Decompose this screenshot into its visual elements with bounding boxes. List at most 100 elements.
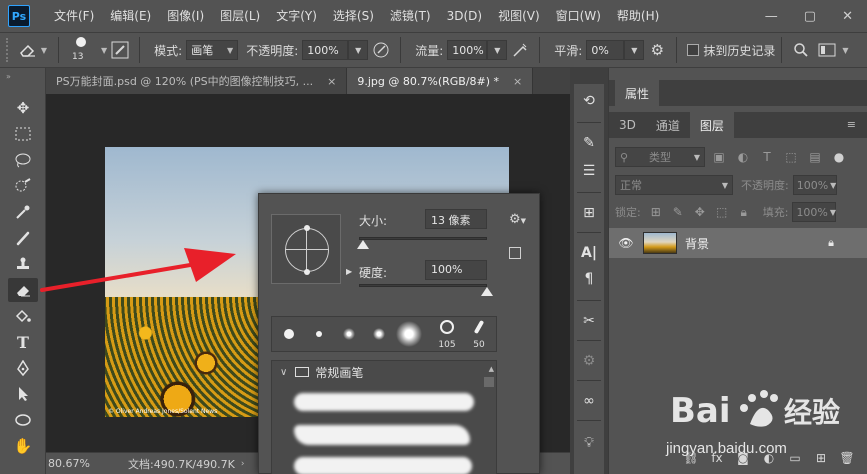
workspace-icon[interactable] bbox=[814, 37, 840, 63]
adjustments-icon[interactable]: ⚙ bbox=[574, 348, 604, 374]
menu-edit[interactable]: 编辑(E) bbox=[102, 0, 159, 32]
hardness-input[interactable]: 100% bbox=[425, 260, 487, 280]
preset-50[interactable]: 50 bbox=[464, 317, 494, 351]
panel-menu-icon[interactable]: ≡ bbox=[847, 118, 856, 131]
brush-settings-icon[interactable] bbox=[107, 37, 133, 63]
quick-selection-tool-icon[interactable] bbox=[8, 174, 38, 198]
fx-icon[interactable]: fx bbox=[706, 451, 728, 465]
lock-pixels-icon[interactable]: ✎ bbox=[667, 205, 689, 219]
tab-layers[interactable]: 图层 bbox=[689, 112, 734, 138]
blend-mode-select[interactable]: 正常 ▼ bbox=[615, 175, 733, 195]
minimize-icon[interactable]: — bbox=[765, 9, 778, 24]
tab-properties[interactable]: 属性 bbox=[615, 80, 660, 106]
filter-adjustment-icon[interactable]: ◐ bbox=[733, 150, 753, 164]
type-tool-icon[interactable]: T bbox=[8, 330, 38, 354]
brush-stroke-preview[interactable] bbox=[294, 457, 472, 474]
link-icon[interactable]: ⛓ bbox=[680, 451, 702, 465]
marquee-tool-icon[interactable] bbox=[8, 122, 38, 146]
roundness-handle[interactable] bbox=[304, 225, 310, 231]
adjustment-layer-icon[interactable]: ◐ bbox=[758, 451, 780, 465]
layer-filter-select[interactable]: ⚲ 类型 ▼ bbox=[615, 147, 705, 167]
tab-channels[interactable]: 通道 bbox=[646, 112, 690, 138]
filter-type-icon[interactable]: T bbox=[757, 150, 777, 164]
paint-bucket-tool-icon[interactable] bbox=[8, 304, 38, 328]
search-icon[interactable] bbox=[788, 37, 814, 63]
menu-file[interactable]: 文件(F) bbox=[46, 0, 102, 32]
menu-3d[interactable]: 3D(D) bbox=[439, 0, 490, 32]
history-icon[interactable]: ⟲ bbox=[574, 88, 604, 114]
scrollbar-thumb[interactable] bbox=[484, 377, 494, 387]
paragraph-icon[interactable]: ¶ bbox=[574, 266, 604, 292]
filter-smart-object-icon[interactable]: ▤ bbox=[805, 150, 825, 164]
preset-soft-round[interactable] bbox=[334, 317, 364, 351]
preset-hard-round-small[interactable] bbox=[304, 317, 334, 351]
preset-105[interactable]: 105 bbox=[432, 317, 462, 351]
new-preset-icon[interactable] bbox=[509, 247, 521, 259]
lock-position-icon[interactable]: ✥ bbox=[689, 205, 711, 219]
mask-icon[interactable]: ◙ bbox=[732, 451, 754, 465]
opacity-dropdown[interactable]: ▼ bbox=[348, 40, 369, 60]
fill-input[interactable]: 100% ▼ bbox=[792, 202, 837, 222]
character-icon[interactable]: A| bbox=[574, 240, 604, 266]
preset-soft-round-2[interactable] bbox=[364, 317, 394, 351]
close-icon[interactable]: ✕ bbox=[842, 9, 853, 24]
brush-stroke-preview[interactable] bbox=[294, 425, 470, 445]
hand-tool-icon[interactable]: ✋ bbox=[8, 434, 38, 458]
size-slider[interactable] bbox=[359, 237, 487, 240]
smoothing-input[interactable]: 0% bbox=[586, 40, 625, 60]
erase-to-history-checkbox[interactable] bbox=[687, 44, 700, 56]
clone-source-icon[interactable]: ⊞ bbox=[574, 200, 604, 226]
brush-settings-icon[interactable]: ✎ bbox=[574, 130, 604, 156]
pressure-opacity-icon[interactable] bbox=[368, 37, 394, 63]
filter-pixel-icon[interactable]: ▣ bbox=[709, 150, 729, 164]
layer-row-background[interactable]: 👁︎ 背景 🔒︎ bbox=[609, 228, 867, 258]
lock-all-icon[interactable]: 🔒︎ bbox=[733, 205, 755, 220]
preset-soft-large[interactable] bbox=[394, 317, 424, 351]
menu-type[interactable]: 文字(Y) bbox=[268, 0, 325, 32]
creative-cloud-icon[interactable]: ∞ bbox=[574, 388, 604, 414]
menu-view[interactable]: 视图(V) bbox=[490, 0, 548, 32]
ellipse-tool-icon[interactable] bbox=[8, 408, 38, 432]
mode-select[interactable]: 画笔 ▼ bbox=[186, 40, 239, 60]
tool-presets-icon[interactable]: ✂ bbox=[574, 308, 604, 334]
eye-icon[interactable]: 👁︎ bbox=[609, 236, 643, 250]
angle-arrow-icon[interactable]: ▶ bbox=[346, 267, 352, 276]
smoothing-options-gear-icon[interactable]: ⚙ bbox=[644, 37, 670, 63]
flow-input[interactable]: 100% bbox=[447, 40, 488, 60]
move-tool-icon[interactable]: ✥ bbox=[8, 96, 38, 120]
gear-icon[interactable]: ⚙▼ bbox=[509, 212, 526, 227]
close-icon[interactable]: × bbox=[327, 75, 336, 88]
path-selection-tool-icon[interactable] bbox=[8, 382, 38, 406]
lasso-tool-icon[interactable] bbox=[8, 148, 38, 172]
brush-preset-picker[interactable]: 13 bbox=[65, 35, 99, 65]
trash-icon[interactable]: 🗑︎ bbox=[836, 451, 858, 465]
airbrush-icon[interactable] bbox=[507, 37, 533, 63]
zoom-level[interactable]: 80.67% bbox=[48, 457, 98, 470]
size-slider-thumb[interactable] bbox=[356, 240, 369, 249]
menu-filter[interactable]: 滤镜(T) bbox=[382, 0, 439, 32]
new-layer-icon[interactable]: ⊞ bbox=[810, 451, 832, 465]
chevron-down-icon[interactable]: ▼ bbox=[842, 46, 848, 55]
menu-layer[interactable]: 图层(L) bbox=[212, 0, 268, 32]
filter-shape-icon[interactable]: ⬚ bbox=[781, 150, 801, 164]
hardness-slider-thumb[interactable] bbox=[481, 287, 493, 296]
eraser-tool-icon[interactable] bbox=[8, 278, 38, 302]
hardness-slider[interactable] bbox=[359, 284, 487, 287]
eyedropper-tool-icon[interactable] bbox=[8, 200, 38, 224]
tab-ps-cover[interactable]: PS万能封面.psd @ 120% (PS中的图像控制技巧, ... × bbox=[46, 68, 348, 94]
close-icon[interactable]: × bbox=[513, 75, 522, 88]
brush-group-general[interactable]: ∨ 常规画笔 bbox=[272, 361, 484, 383]
lock-icon[interactable]: 🔒︎ bbox=[828, 236, 834, 250]
flow-dropdown[interactable]: ▼ bbox=[487, 40, 508, 60]
brush-group-list[interactable]: ∨ 常规画笔 ▲ bbox=[271, 360, 497, 474]
brush-angle-preview[interactable]: ▶ bbox=[271, 214, 352, 284]
filter-toggle-icon[interactable]: ● bbox=[829, 150, 849, 164]
tab-3d[interactable]: 3D bbox=[609, 112, 646, 138]
size-input[interactable]: 13 像素 bbox=[425, 209, 487, 229]
menu-window[interactable]: 窗口(W) bbox=[548, 0, 609, 32]
scroll-up-icon[interactable]: ▲ bbox=[489, 365, 494, 373]
adjustment-sliders-icon[interactable]: ☰ bbox=[574, 158, 604, 184]
brush-stroke-preview[interactable] bbox=[294, 393, 474, 411]
lock-artboard-icon[interactable]: ⬚ bbox=[711, 205, 733, 219]
layer-name[interactable]: 背景 bbox=[685, 235, 709, 252]
